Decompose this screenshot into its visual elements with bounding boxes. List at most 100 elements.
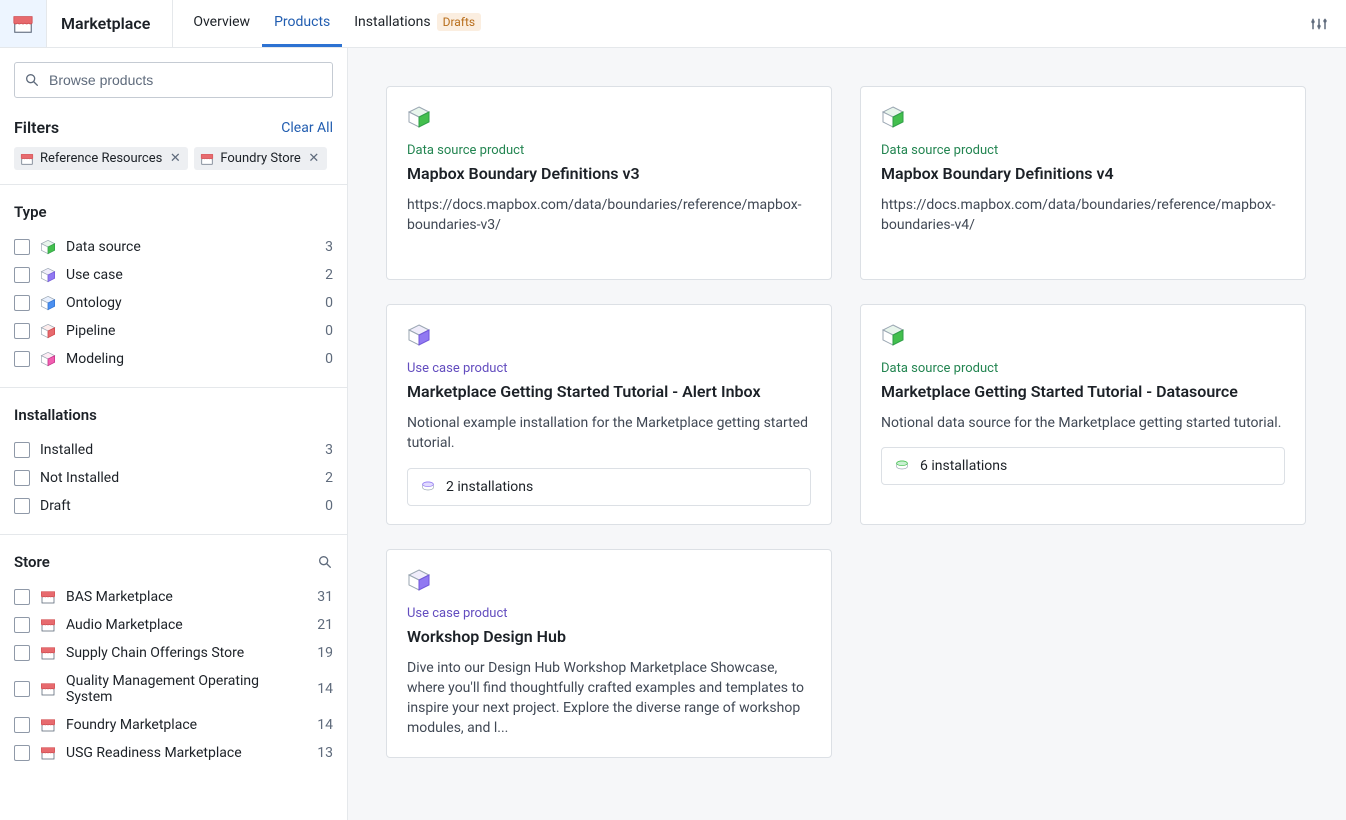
- tab-installations[interactable]: Installations Drafts: [342, 0, 493, 47]
- facet-count: 19: [317, 645, 333, 661]
- product-type-icon: [881, 105, 905, 129]
- facet-count: 0: [325, 295, 333, 311]
- store-icon: [40, 617, 56, 633]
- facet-checkbox[interactable]: [14, 681, 30, 697]
- search-input[interactable]: [14, 62, 333, 98]
- type-icon: [40, 239, 56, 255]
- facet-checkbox[interactable]: [14, 717, 30, 733]
- store-icon: [20, 152, 34, 166]
- facet-checkbox[interactable]: [14, 323, 30, 339]
- facet-count: 2: [325, 267, 333, 283]
- facet-count: 0: [325, 351, 333, 367]
- facet-label: Data source: [66, 239, 315, 255]
- product-card[interactable]: Use case product Marketplace Getting Sta…: [386, 304, 832, 525]
- facet-count: 14: [317, 717, 333, 733]
- type-icon: [40, 295, 56, 311]
- facet-checkbox[interactable]: [14, 295, 30, 311]
- facet-store-title: Store: [14, 553, 50, 571]
- app-title: Marketplace: [47, 0, 173, 47]
- installations-pill[interactable]: 2 installations: [407, 468, 811, 506]
- app-icon[interactable]: [0, 0, 47, 47]
- facet-count: 2: [325, 470, 333, 486]
- facet-label: Modeling: [66, 351, 315, 367]
- type-icon: [40, 323, 56, 339]
- product-type-icon: [407, 105, 431, 129]
- product-description: Notional example installation for the Ma…: [407, 413, 811, 454]
- product-category: Use case product: [407, 606, 811, 621]
- settings-icon[interactable]: [1310, 15, 1328, 33]
- facet-label: Foundry Marketplace: [66, 717, 307, 733]
- facet-checkbox[interactable]: [14, 645, 30, 661]
- facet-checkbox[interactable]: [14, 617, 30, 633]
- product-title: Mapbox Boundary Definitions v3: [407, 164, 811, 183]
- tab-installations-label: Installations: [354, 14, 430, 30]
- facet-count: 13: [317, 745, 333, 761]
- facet-label: USG Readiness Marketplace: [66, 745, 307, 761]
- facet-label: Pipeline: [66, 323, 315, 339]
- chip-remove-icon[interactable]: ✕: [307, 151, 321, 166]
- clear-all-link[interactable]: Clear All: [281, 120, 333, 136]
- product-category: Use case product: [407, 361, 811, 376]
- store-icon: [40, 745, 56, 761]
- store-icon: [200, 152, 214, 166]
- tab-products[interactable]: Products: [262, 0, 342, 47]
- product-description: https://docs.mapbox.com/data/boundaries/…: [881, 195, 1285, 236]
- store-icon: [40, 645, 56, 661]
- facet-label: Audio Marketplace: [66, 617, 307, 633]
- facet-count: 3: [325, 442, 333, 458]
- facet-count: 21: [317, 617, 333, 633]
- type-icon: [40, 267, 56, 283]
- product-card[interactable]: Data source product Mapbox Boundary Defi…: [386, 86, 832, 280]
- facet-label: Draft: [40, 498, 315, 514]
- facet-count: 3: [325, 239, 333, 255]
- product-title: Mapbox Boundary Definitions v4: [881, 164, 1285, 183]
- facet-label: BAS Marketplace: [66, 589, 307, 605]
- facet-count: 14: [317, 681, 333, 697]
- store-icon: [40, 681, 56, 697]
- store-icon: [40, 589, 56, 605]
- product-description: Dive into our Design Hub Workshop Market…: [407, 658, 811, 739]
- store-icon: [40, 717, 56, 733]
- filter-chip[interactable]: Foundry Store ✕: [194, 147, 326, 170]
- product-title: Marketplace Getting Started Tutorial - A…: [407, 382, 811, 401]
- tab-overview[interactable]: Overview: [181, 0, 262, 47]
- facet-installations-title: Installations: [14, 406, 333, 424]
- facet-count: 0: [325, 323, 333, 339]
- facet-checkbox[interactable]: [14, 239, 30, 255]
- facet-label: Not Installed: [40, 470, 315, 486]
- facet-checkbox[interactable]: [14, 442, 30, 458]
- chip-label: Reference Resources: [40, 151, 162, 166]
- filter-chip[interactable]: Reference Resources ✕: [14, 147, 188, 170]
- product-description: https://docs.mapbox.com/data/boundaries/…: [407, 195, 811, 236]
- installations-count: 2 installations: [446, 479, 533, 495]
- chip-label: Foundry Store: [220, 151, 300, 166]
- facet-count: 31: [317, 589, 333, 605]
- installations-icon: [420, 479, 436, 495]
- installations-count: 6 installations: [920, 458, 1007, 474]
- product-card[interactable]: Use case product Workshop Design Hub Div…: [386, 549, 832, 758]
- product-title: Marketplace Getting Started Tutorial - D…: [881, 382, 1285, 401]
- chip-remove-icon[interactable]: ✕: [168, 151, 182, 166]
- store-search-icon[interactable]: [317, 554, 333, 570]
- product-card[interactable]: Data source product Mapbox Boundary Defi…: [860, 86, 1306, 280]
- product-description: Notional data source for the Marketplace…: [881, 413, 1285, 433]
- facet-checkbox[interactable]: [14, 351, 30, 367]
- facet-label: Installed: [40, 442, 315, 458]
- facet-checkbox[interactable]: [14, 745, 30, 761]
- facet-checkbox[interactable]: [14, 589, 30, 605]
- type-icon: [40, 351, 56, 367]
- facet-checkbox[interactable]: [14, 498, 30, 514]
- facet-checkbox[interactable]: [14, 267, 30, 283]
- product-category: Data source product: [881, 361, 1285, 376]
- product-category: Data source product: [407, 143, 811, 158]
- product-type-icon: [407, 323, 431, 347]
- product-category: Data source product: [881, 143, 1285, 158]
- facet-label: Quality Management Operating System: [66, 673, 307, 705]
- facet-label: Ontology: [66, 295, 315, 311]
- search-icon: [24, 72, 40, 88]
- filters-heading: Filters: [14, 118, 59, 137]
- installations-pill[interactable]: 6 installations: [881, 447, 1285, 485]
- facet-label: Use case: [66, 267, 315, 283]
- product-card[interactable]: Data source product Marketplace Getting …: [860, 304, 1306, 525]
- facet-checkbox[interactable]: [14, 470, 30, 486]
